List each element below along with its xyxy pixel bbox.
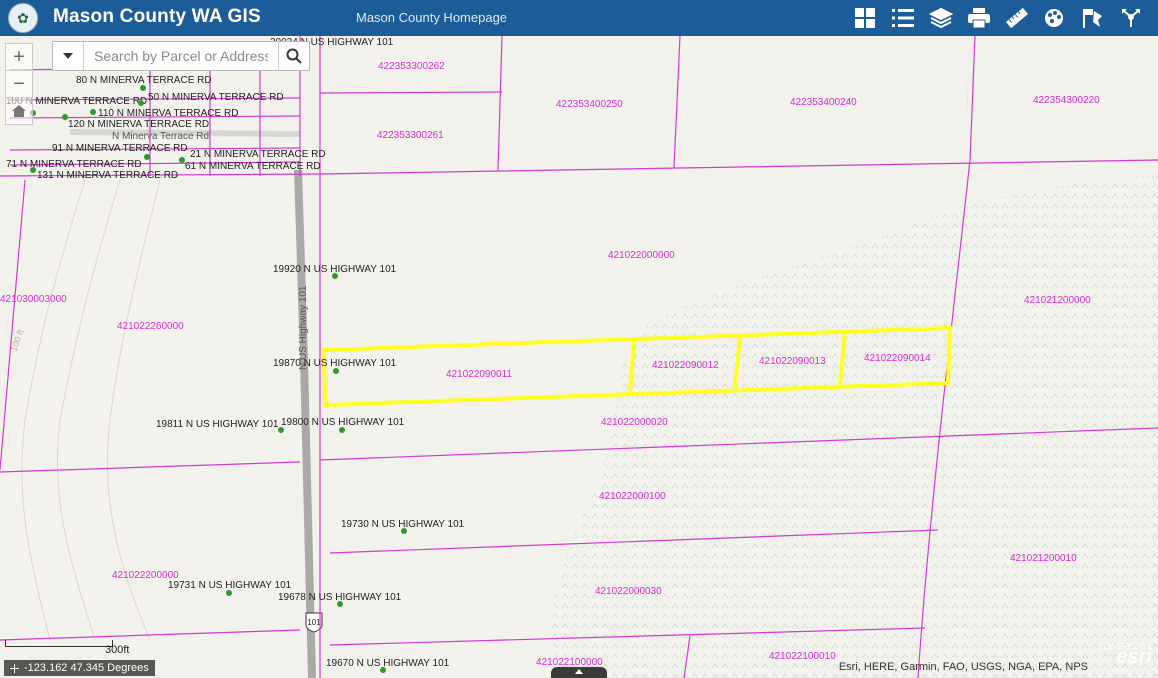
crosshair-icon: [10, 663, 19, 673]
parcel-label: 421021200000: [1024, 295, 1091, 306]
share-icon[interactable]: [1112, 0, 1150, 36]
search-icon: [286, 48, 302, 64]
zoom-controls: + −: [5, 43, 33, 125]
scale-bar: [5, 640, 113, 647]
parcel-label: 421021200010: [1010, 553, 1077, 564]
search-button[interactable]: [278, 42, 309, 70]
parcel-label: 422353400240: [790, 97, 857, 108]
county-seal-icon[interactable]: ✿: [8, 3, 38, 33]
parcel-label: 421022090011: [446, 369, 512, 380]
app-header: ✿ Mason County WA GIS Mason County Homep…: [0, 0, 1158, 36]
address-point[interactable]: [138, 100, 144, 106]
coordinate-text: -123.162 47.345 Degrees: [24, 662, 149, 674]
address-point[interactable]: [401, 528, 407, 534]
address-point[interactable]: [339, 427, 345, 433]
parcel-label: 421022100010: [769, 651, 836, 662]
address-point[interactable]: [337, 601, 343, 607]
parcel-label: 421022090013: [759, 356, 826, 367]
coordinate-readout[interactable]: -123.162 47.345 Degrees: [4, 660, 155, 676]
parcel-label: 422354300220: [1033, 95, 1100, 106]
address-label: 61 N MINERVA TERRACE RD: [185, 161, 321, 172]
search-widget: [52, 41, 310, 71]
draw-icon[interactable]: [1036, 0, 1074, 36]
address-label: 19811 N US HIGHWAY 101: [156, 419, 279, 430]
address-label: 19731 N US HIGHWAY 101: [168, 580, 292, 591]
map-canvas[interactable]: 100 ft N US Highway 101 101 N Minerva Te…: [0, 36, 1158, 678]
address-label: 110 N MINERVA TERRACE RD: [98, 108, 238, 119]
basemap-gallery-icon[interactable]: [846, 0, 884, 36]
toolbar: [846, 0, 1150, 36]
home-icon: [12, 105, 26, 117]
address-point[interactable]: [332, 273, 338, 279]
bookmark-icon[interactable]: [1074, 0, 1112, 36]
panel-toggle-button[interactable]: [551, 667, 607, 678]
scale-label: 300ft: [105, 644, 130, 656]
esri-logo[interactable]: POWERED BY esri: [1094, 642, 1152, 674]
address-label: 19800 N US HIGHWAY 101: [281, 417, 405, 428]
address-label: 91 N MINERVA TERRACE RD: [52, 143, 188, 154]
address-label: 120 N MINERVA TERRACE RD: [68, 119, 209, 130]
parcel-label: 421022000100: [599, 491, 666, 502]
address-label: 21 N MINERVA TERRACE RD: [190, 149, 326, 160]
parcel-label: 422353400250: [556, 99, 623, 110]
homepage-link[interactable]: Mason County Homepage: [356, 10, 507, 25]
parcel-label: 421030003000: [0, 294, 67, 305]
layers-icon[interactable]: [922, 0, 960, 36]
search-source-dropdown[interactable]: [53, 42, 84, 70]
layer-list-icon[interactable]: [884, 0, 922, 36]
address-point[interactable]: [140, 85, 146, 91]
address-point[interactable]: [90, 109, 96, 115]
address-point[interactable]: [30, 167, 36, 173]
address-point[interactable]: [333, 368, 339, 374]
address-point[interactable]: [62, 114, 68, 120]
parcel-label: 421022000000: [608, 250, 675, 261]
chevron-up-icon: [575, 669, 583, 674]
minerva-road-label: N Minerva Terrace Rd: [112, 131, 209, 142]
address-label: 19670 N US HIGHWAY 101: [326, 658, 450, 669]
address-label: 50 N MINERVA TERRACE RD: [148, 92, 284, 103]
parcel-label: 421022000030: [595, 586, 662, 597]
address-point[interactable]: [226, 590, 232, 596]
address-label: 71 N MINERVA TERRACE RD: [6, 159, 142, 170]
address-label: 131 N MINERVA TERRACE RD: [37, 170, 178, 181]
zoom-out-button[interactable]: −: [6, 70, 32, 97]
map-view[interactable]: 100 ft N US Highway 101 101 N Minerva Te…: [0, 36, 1158, 678]
parcel-label: 422353300262: [378, 61, 445, 72]
parcel-label: 421022090012: [652, 360, 719, 371]
parcel-label: 422353300261: [377, 130, 444, 141]
app-title: Mason County WA GIS: [53, 6, 261, 27]
chevron-down-icon: [63, 53, 73, 59]
home-button[interactable]: [6, 97, 32, 124]
map-attribution[interactable]: Esri, HERE, Garmin, FAO, USGS, NGA, EPA,…: [839, 661, 1088, 673]
address-label: 19870 N US HIGHWAY 101: [273, 358, 397, 369]
svg-text:101: 101: [307, 618, 321, 627]
search-input[interactable]: [84, 42, 278, 70]
address-label: 80 N MINERVA TERRACE RD: [76, 75, 212, 86]
print-icon[interactable]: [960, 0, 998, 36]
zoom-in-button[interactable]: +: [6, 44, 32, 70]
parcel-label: 421022000020: [601, 417, 668, 428]
parcel-label: 421022090014: [864, 353, 931, 364]
parcel-label: 421022260000: [117, 321, 184, 332]
address-point[interactable]: [144, 154, 150, 160]
measure-icon[interactable]: [998, 0, 1036, 36]
address-point[interactable]: [380, 667, 386, 673]
